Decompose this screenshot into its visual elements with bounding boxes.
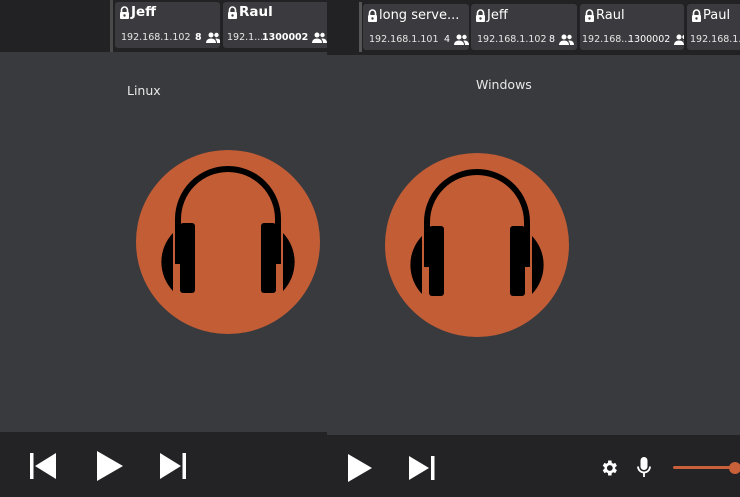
lock-icon: [368, 9, 377, 22]
microphone-icon[interactable]: [637, 457, 651, 479]
os-label: Linux: [127, 83, 161, 98]
lock-icon: [120, 5, 129, 19]
users-icon: [559, 34, 575, 45]
server-ip: 192.168...: [582, 34, 631, 45]
lock-icon: [692, 9, 701, 22]
volume-slider-knob[interactable]: [729, 462, 740, 474]
server-bar: long serve... 192.168.1.101 4 Jeff 192.1…: [327, 0, 740, 55]
server-user-count: 4: [444, 34, 451, 45]
server-card-raul[interactable]: Raul 192.168... 1300002: [580, 4, 684, 50]
lock-icon: [476, 9, 485, 22]
volume-slider-track[interactable]: [673, 466, 735, 469]
server-card-jeff[interactable]: Jeff 192.168.1.102 8: [115, 2, 220, 48]
windows-player-window: long serve... 192.168.1.101 4 Jeff 192.1…: [327, 0, 740, 497]
skip-next-icon[interactable]: [160, 453, 186, 479]
playback-controls: [327, 435, 740, 497]
server-ip: 192.168.1.1: [690, 34, 740, 45]
users-icon: [312, 32, 327, 43]
gear-icon[interactable]: [599, 458, 619, 478]
skip-previous-icon[interactable]: [30, 453, 56, 479]
users-icon: [454, 34, 469, 45]
now-playing-area: Linux: [0, 52, 327, 432]
lock-icon: [585, 9, 594, 22]
os-label: Windows: [476, 77, 532, 92]
server-card-long-server[interactable]: long serve... 192.168.1.101 4: [363, 4, 469, 50]
lock-icon: [228, 5, 237, 19]
server-user-count: 1300002: [262, 32, 309, 43]
server-user-count: 1300002: [628, 34, 671, 45]
server-name: Raul: [239, 4, 273, 20]
headphones-icon: [385, 153, 569, 337]
users-icon: [205, 32, 220, 43]
server-card-raul[interactable]: Raul 192.1... 1300002: [223, 2, 327, 48]
server-card-paul[interactable]: Paul 192.168.1.1: [687, 4, 740, 50]
linux-player-window: Jeff 192.168.1.102 8 Raul 192.1... 13000…: [0, 0, 327, 497]
server-ip: 192.168.1.102: [121, 32, 191, 43]
server-ip: 192.168.1.102: [477, 34, 547, 45]
server-name: Jeff: [131, 4, 157, 20]
skip-next-icon[interactable]: [409, 456, 435, 480]
users-icon: [674, 34, 684, 45]
server-bar: Jeff 192.168.1.102 8 Raul 192.1... 13000…: [0, 0, 327, 52]
server-user-count: 8: [549, 34, 556, 45]
server-name: Jeff: [487, 8, 508, 23]
play-icon[interactable]: [97, 451, 123, 481]
server-user-count: 8: [195, 32, 202, 43]
server-name: Paul: [703, 8, 731, 23]
server-ip: 192.168.1.101: [369, 34, 439, 45]
server-name: Raul: [596, 8, 625, 23]
headphones-icon: [136, 150, 320, 334]
play-icon[interactable]: [348, 454, 372, 482]
server-list-divider: [110, 0, 113, 52]
server-ip: 192.1...: [227, 32, 264, 43]
server-name: long serve...: [379, 8, 460, 23]
playback-controls: [0, 432, 327, 497]
server-card-jeff[interactable]: Jeff 192.168.1.102 8: [471, 4, 577, 50]
server-list-divider: [359, 2, 362, 52]
now-playing-area: Windows: [327, 55, 740, 435]
